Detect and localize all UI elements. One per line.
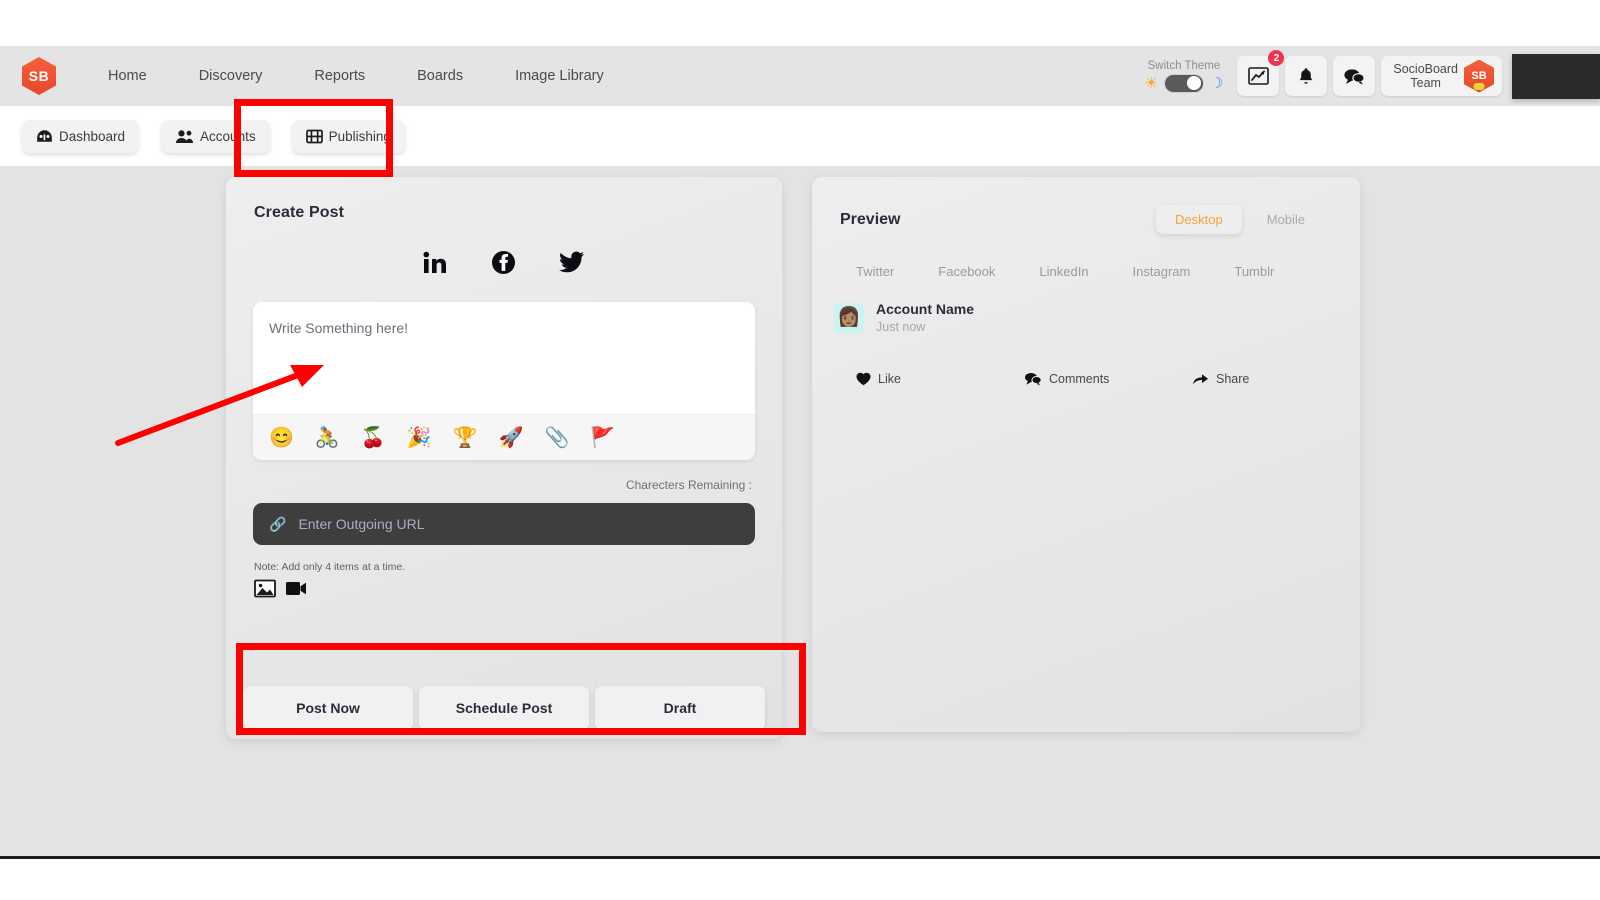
facebook-icon[interactable] [491,250,516,280]
socioboard-logo[interactable]: SB [22,57,56,95]
bell-icon [1300,67,1313,84]
sidebar-item-accounts[interactable]: Accounts [161,119,270,153]
film-grid-icon [305,129,323,143]
travel-emoji[interactable]: 🚀 [499,428,524,448]
sidebar-item-publishing[interactable]: Publishing [291,119,405,153]
tab-linkedin[interactable]: LinkedIn [1017,264,1110,279]
page-title: Create Post [254,204,345,221]
media-note: Note: Add only 4 items at a time. [254,561,406,573]
people-icon [176,129,194,143]
engagement-row: Like Comments Share [812,334,1360,386]
emoji-category-bar: 😊 🚴 🍒 🎉 🏆 🚀 📎 🚩 [253,414,755,460]
image-icon[interactable] [254,579,276,602]
main-header: SB Home Discovery Reports Boards Image L… [0,46,1600,106]
comments-icon [1025,373,1042,386]
flags-emoji[interactable]: 🚩 [590,428,615,448]
activities-emoji[interactable]: 🚴 [315,428,340,448]
toggle-knob [1186,76,1201,90]
preview-title: Preview [840,210,901,228]
switch-theme-control: Switch Theme ☀ ☽ [1144,60,1223,93]
twitter-icon[interactable] [558,251,585,279]
network-selector [226,250,782,280]
like-button[interactable]: Like [856,372,1024,386]
analytics-badge: 2 [1268,50,1285,66]
nav-item-image-library[interactable]: Image Library [489,62,630,90]
composer: Write Something here! 😊 🚴 🍒 🎉 🏆 🚀 📎 🚩 [253,302,755,460]
main-nav: Home Discovery Reports Boards Image Libr… [82,62,630,90]
post-now-button[interactable]: Post Now [243,686,413,730]
awards-emoji[interactable]: 🏆 [453,428,478,448]
chat-bubble-icon [1344,68,1366,85]
share-label: Share [1216,372,1250,386]
notifications-button[interactable] [1285,56,1328,96]
sidebar-item-label: Dashboard [59,128,126,144]
video-camera-icon[interactable] [285,580,307,601]
outgoing-url-input[interactable]: 🔗 Enter Outgoing URL [253,503,755,545]
preview-header: Preview Desktop Mobile [812,177,1360,234]
tab-tumblr[interactable]: Tumblr [1212,264,1296,279]
moon-icon: ☽ [1209,74,1224,92]
post-text-input[interactable]: Write Something here! [253,302,755,414]
content-area: Create Post Write Something here! 😊 🚴 🍒 … [0,166,1600,856]
tab-twitter[interactable]: Twitter [834,264,916,279]
heart-icon [856,372,871,386]
comments-button[interactable]: Comments [1024,372,1192,386]
comments-label: Comments [1049,372,1110,386]
switch-theme-label: Switch Theme [1147,59,1221,72]
theme-toggle[interactable] [1163,73,1204,93]
bottom-border [0,856,1600,859]
logo-text: SB [28,68,50,84]
analytics-button[interactable]: 2 [1237,50,1285,96]
celebration-emoji[interactable]: 🎉 [407,428,432,448]
team-logo-text: SB [1471,70,1487,82]
tab-instagram[interactable]: Instagram [1111,264,1213,279]
nav-item-home[interactable]: Home [82,62,173,90]
sidebar-item-dashboard[interactable]: Dashboard [22,119,140,153]
account-name: Account Name [876,301,975,317]
share-arrow-icon [1193,374,1208,385]
food-emoji[interactable]: 🍒 [361,428,386,448]
media-buttons [226,573,782,602]
draft-button[interactable]: Draft [595,686,765,730]
app-root: SB Home Discovery Reports Boards Image L… [0,0,1600,900]
preview-platform-tabs: Twitter Facebook LinkedIn Instagram Tumb… [812,234,1360,279]
post-action-buttons: Post Now Schedule Post Draft [226,677,782,739]
create-post-card: Create Post Write Something here! 😊 🚴 🍒 … [226,177,782,739]
section-tabs: Dashboard Accounts Publishing [0,106,1600,166]
post-timestamp: Just now [876,320,926,334]
sidebar-item-label: Accounts [200,128,256,144]
top-strip [0,0,1600,46]
sidebar-item-label: Publishing [328,128,391,144]
preview-account-row: 👩🏽 Account Name Just now [812,279,1360,334]
team-switcher[interactable]: SocioBoard Team SB [1381,56,1502,96]
schedule-post-button[interactable]: Schedule Post [419,686,589,730]
share-button[interactable]: Share [1192,372,1360,386]
characters-remaining-label: Charecters Remaining : [625,478,752,492]
profile-avatar[interactable] [1512,53,1600,99]
objects-emoji[interactable]: 📎 [544,428,569,448]
outgoing-url-placeholder: Enter Outgoing URL [298,516,425,532]
linkedin-icon[interactable] [423,251,449,280]
nav-item-reports[interactable]: Reports [288,62,391,90]
header-right-cluster: Switch Theme ☀ ☽ 2 SocioBoard Team SB [1144,46,1600,106]
tab-facebook[interactable]: Facebook [916,264,1017,279]
speedometer-icon [37,129,52,142]
view-mode-toggle: Desktop Mobile [1156,205,1324,234]
sun-icon: ☀ [1144,74,1158,92]
messages-button[interactable] [1333,56,1376,96]
smileys-emoji[interactable]: 😊 [269,428,294,448]
analytics-chart-icon [1248,67,1269,85]
nav-item-discovery[interactable]: Discovery [173,62,289,90]
view-mode-desktop[interactable]: Desktop [1156,205,1242,234]
like-label: Like [878,372,901,386]
avatar: 👩🏽 [834,302,864,333]
preview-card: Preview Desktop Mobile Twitter Facebook … [812,177,1360,732]
team-logo: SB [1464,59,1494,93]
team-name-label: SocioBoard Team [1393,61,1458,90]
view-mode-mobile[interactable]: Mobile [1248,205,1324,234]
nav-item-boards[interactable]: Boards [391,62,489,90]
link-icon: 🔗 [269,515,287,532]
